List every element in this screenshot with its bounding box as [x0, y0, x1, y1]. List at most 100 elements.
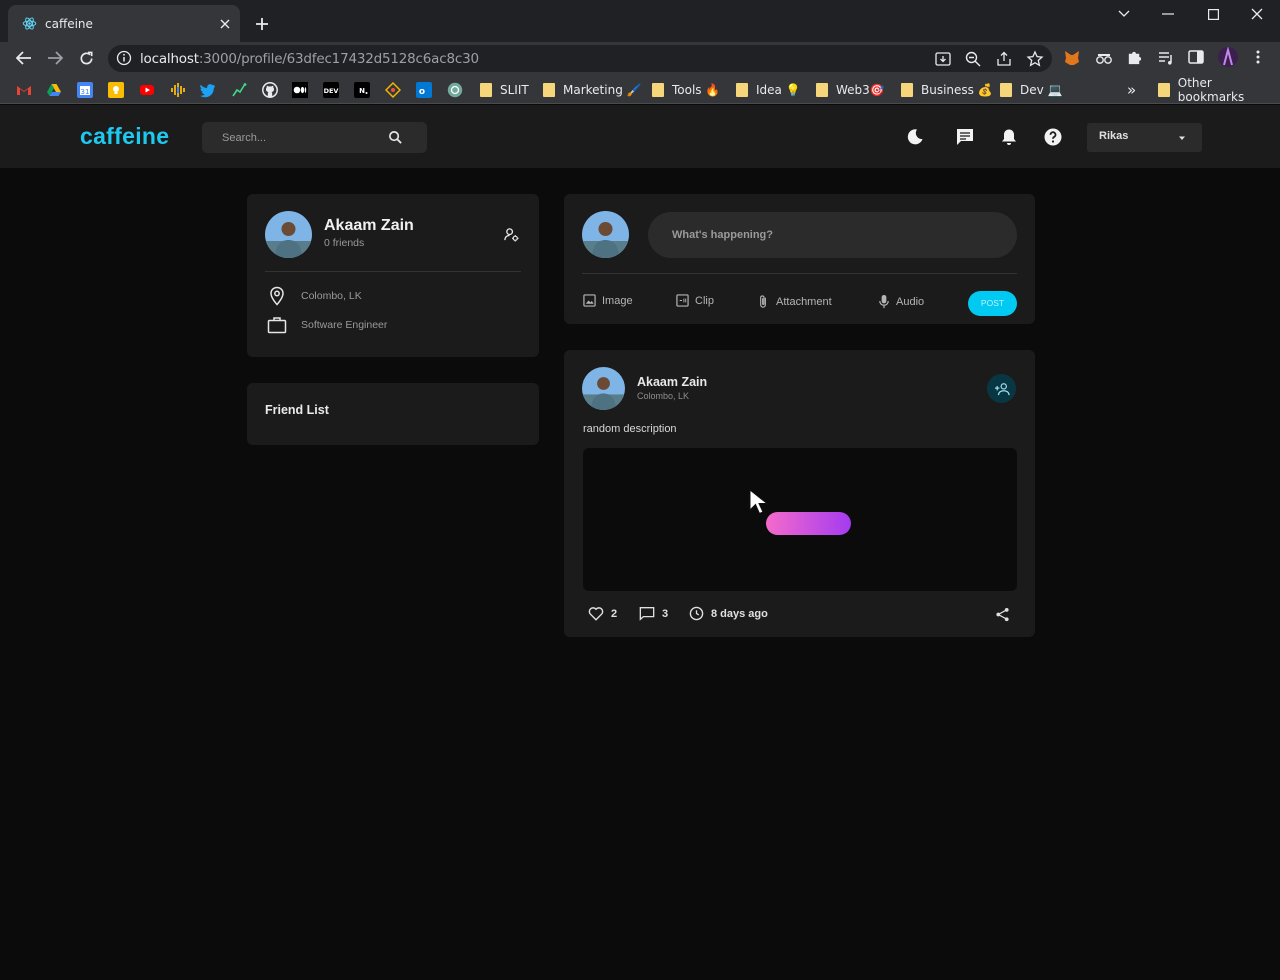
bookmark-label: Marketing: [563, 83, 623, 97]
extensions-puzzle-icon[interactable]: [1126, 49, 1144, 67]
reload-icon[interactable]: [74, 47, 98, 69]
add-attachment-button[interactable]: Attachment: [757, 294, 832, 309]
profile-avatar-icon[interactable]: [1218, 47, 1238, 67]
bookmark-emoji: 🔥: [705, 83, 721, 97]
bookmark-folder-idea[interactable]: Idea 💡: [736, 80, 801, 100]
user-select-dropdown[interactable]: Rikas: [1087, 123, 1202, 152]
gmail-icon[interactable]: [16, 82, 32, 98]
back-arrow-icon[interactable]: [12, 47, 36, 69]
messages-icon[interactable]: [955, 127, 975, 147]
bookmark-label: Dev: [1020, 83, 1044, 97]
bookmark-label: SLIIT: [500, 83, 529, 97]
post-timestamp: 8 days ago: [689, 606, 768, 621]
google-calendar-icon[interactable]: 31: [77, 82, 93, 98]
dev-to-icon[interactable]: DEV: [323, 82, 339, 98]
add-friend-button[interactable]: [987, 374, 1016, 403]
search-input[interactable]: [220, 129, 390, 146]
hashnode-icon[interactable]: N: [354, 82, 370, 98]
add-audio-button[interactable]: Audio: [878, 294, 924, 309]
search-icon[interactable]: [388, 130, 403, 145]
bookmarks-overflow-icon[interactable]: »: [1127, 80, 1136, 100]
profile-card: Akaam Zain 0 friends Colombo, LK Softwar…: [247, 194, 539, 357]
other-bookmarks-folder[interactable]: Other bookmarks: [1158, 76, 1280, 104]
youtube-icon[interactable]: [139, 82, 155, 98]
add-image-button[interactable]: Image: [583, 294, 633, 307]
post-author-avatar[interactable]: [582, 367, 625, 410]
add-clip-button[interactable]: Clip: [676, 294, 714, 307]
side-panel-icon[interactable]: [1188, 49, 1206, 67]
bookmark-folder-web3[interactable]: Web3 🎯: [816, 80, 885, 100]
profile-avatar[interactable]: [265, 211, 312, 258]
share-icon[interactable]: [995, 50, 1013, 68]
bookmark-emoji: 💡: [785, 83, 801, 97]
install-app-icon[interactable]: [934, 50, 952, 68]
clip-option-label: Clip: [695, 294, 714, 307]
bookmark-star-icon[interactable]: [1026, 50, 1044, 68]
help-icon[interactable]: [1043, 127, 1063, 147]
bookmark-folder-dev[interactable]: Dev 💻: [1000, 80, 1063, 100]
folder-icon: [1158, 83, 1170, 97]
zoom-icon[interactable]: [964, 50, 982, 68]
folder-icon: [543, 83, 555, 97]
github-icon[interactable]: [262, 82, 278, 98]
google-keep-icon[interactable]: [108, 82, 124, 98]
comment-button[interactable]: 3: [639, 606, 668, 621]
maximize-icon[interactable]: [1198, 4, 1228, 24]
incognito-glasses-icon[interactable]: [1095, 49, 1113, 67]
twitter-icon[interactable]: [200, 82, 216, 98]
caret-down-icon: [1176, 132, 1188, 144]
clock-icon: [689, 606, 704, 621]
new-tab-icon[interactable]: [250, 12, 274, 36]
whats-happening-input[interactable]: [648, 212, 1017, 258]
user-select-value: Rikas: [1099, 130, 1129, 142]
heart-icon: [588, 606, 604, 621]
image-icon: [583, 294, 596, 307]
git-tool-icon[interactable]: [385, 82, 401, 98]
podcasts-icon[interactable]: [170, 82, 186, 98]
bookmark-folder-tools[interactable]: Tools 🔥: [652, 80, 720, 100]
person-add-icon: [994, 382, 1010, 396]
browser-tab[interactable]: caffeine: [8, 5, 240, 42]
forward-arrow-icon[interactable]: [43, 47, 67, 69]
site-info-icon[interactable]: [116, 50, 134, 68]
bookmark-folder-marketing[interactable]: Marketing 🖌️: [543, 80, 642, 100]
bookmark-label: Web3: [836, 83, 870, 97]
bookmark-folder-business[interactable]: Business 💰: [901, 80, 993, 100]
app-logo[interactable]: caffeine: [80, 123, 169, 150]
search-box: [202, 122, 427, 153]
dark-mode-moon-icon[interactable]: [905, 127, 925, 147]
post-media[interactable]: [583, 448, 1017, 591]
address-bar[interactable]: localhost:3000/profile/63dfec17432d5128c…: [108, 45, 1052, 72]
url-host: localhost: [140, 51, 199, 67]
browser-toolbar: localhost:3000/profile/63dfec17432d5128c…: [0, 42, 1280, 74]
manage-account-icon[interactable]: [504, 227, 519, 242]
minimize-icon[interactable]: [1153, 4, 1183, 24]
folder-icon: [1000, 83, 1012, 97]
chatgpt-icon[interactable]: [447, 82, 463, 98]
profile-occupation: Software Engineer: [301, 319, 388, 331]
like-button[interactable]: 2: [588, 606, 617, 621]
metamask-fox-icon[interactable]: [1063, 49, 1081, 67]
close-tab-icon[interactable]: [220, 19, 230, 29]
tab-search-chevron-icon[interactable]: [1109, 4, 1139, 24]
bookmark-folder-sliit[interactable]: SLIIT: [480, 80, 529, 100]
google-drive-icon[interactable]: [46, 82, 62, 98]
browser-menu-icon[interactable]: [1250, 49, 1268, 67]
folder-icon: [480, 83, 492, 97]
outlook-icon[interactable]: o: [416, 82, 432, 98]
comment-icon: [639, 606, 655, 621]
analytics-icon[interactable]: [231, 82, 247, 98]
post-composer-card: Image Clip Attachment Audio POST: [564, 194, 1035, 324]
notifications-bell-icon[interactable]: [999, 127, 1019, 147]
profile-friends-count: 0 friends: [324, 237, 365, 249]
medium-icon[interactable]: [292, 82, 308, 98]
close-window-icon[interactable]: [1242, 4, 1272, 24]
media-queue-icon[interactable]: [1157, 49, 1175, 67]
post-button[interactable]: POST: [968, 291, 1017, 316]
bookmark-label: Tools: [672, 83, 702, 97]
paperclip-icon: [757, 294, 770, 309]
bookmarks-bar: 31 DEV N o SLIIT Marketing 🖌️ Tools 🔥 Id…: [0, 74, 1280, 104]
share-post-icon[interactable]: [995, 607, 1010, 622]
post-author-name[interactable]: Akaam Zain: [637, 375, 707, 389]
svg-text:o: o: [419, 87, 425, 97]
